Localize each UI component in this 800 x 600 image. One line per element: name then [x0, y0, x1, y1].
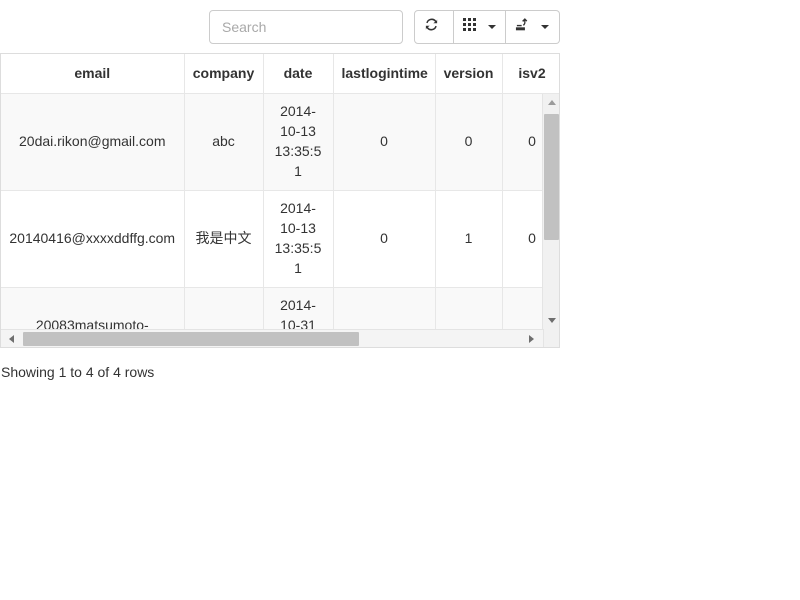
table-toolbar — [0, 0, 560, 53]
table-header-region: email company date lastlogintime version… — [1, 54, 559, 94]
column-header-date[interactable]: date — [263, 54, 334, 93]
cell-email: 20dai.rikon@gmail.com — [1, 94, 185, 191]
arrow-down-icon — [547, 318, 556, 323]
cell-date: 2014-10-31 13:02:47 — [263, 287, 334, 329]
cell-version: 1 — [435, 190, 503, 288]
cell-date: 2014-10-13 13:35:51 — [263, 190, 334, 288]
column-header-version[interactable]: version — [435, 54, 503, 93]
vertical-scrollbar[interactable] — [542, 94, 559, 329]
scroll-up-button[interactable] — [543, 94, 559, 111]
table-body-region: 20dai.rikon@gmail.com abc 2014-10-13 13:… — [1, 94, 559, 329]
cell-date: 2014-10-13 13:35:51 — [263, 94, 334, 191]
table-row[interactable]: 20140416@xxxxddffg.com 我是中文 2014-10-13 1… — [1, 190, 559, 288]
cell-lastlogintime: 1414726074 — [333, 287, 436, 329]
table-status-text: Showing 1 to 4 of 4 rows — [1, 364, 155, 380]
cell-version: 0 — [435, 287, 503, 329]
search-container — [209, 9, 403, 44]
search-input[interactable] — [209, 9, 403, 44]
page-root: email company date lastlogintime version… — [0, 0, 800, 600]
table-header-row: email company date lastlogintime version… — [1, 54, 559, 93]
cell-lastlogintime: 0 — [333, 94, 436, 191]
table-row[interactable]: 20dai.rikon@gmail.com abc 2014-10-13 13:… — [1, 94, 559, 191]
grid-columns-icon — [463, 17, 477, 36]
cell-lastlogintime: 0 — [333, 190, 436, 288]
scroll-left-button[interactable] — [3, 330, 20, 347]
vertical-scrollbar-thumb[interactable] — [544, 114, 559, 240]
scroll-down-button[interactable] — [543, 312, 559, 329]
arrow-left-icon — [9, 334, 14, 343]
refresh-button[interactable] — [414, 9, 454, 44]
scrollbar-corner — [543, 329, 559, 347]
table-header: email company date lastlogintime version… — [1, 54, 559, 93]
cell-company: abc — [184, 94, 264, 191]
chevron-down-icon — [488, 24, 496, 29]
column-header-email[interactable]: email — [1, 54, 185, 93]
chevron-down-icon — [541, 24, 549, 29]
export-button[interactable] — [506, 9, 560, 44]
column-header-lastlogintime[interactable]: lastlogintime — [333, 54, 436, 93]
arrow-right-icon — [529, 334, 534, 343]
column-header-isv2[interactable]: isv2 — [502, 54, 559, 93]
data-table-container: email company date lastlogintime version… — [0, 53, 560, 348]
export-icon — [515, 17, 530, 37]
columns-button[interactable] — [454, 9, 506, 44]
table-row[interactable]: 20083matsumoto-hs@polus.co.jp ABC 2014-1… — [1, 287, 559, 329]
horizontal-scrollbar-thumb[interactable] — [23, 332, 359, 346]
cell-email: 20083matsumoto-hs@polus.co.jp — [1, 287, 185, 329]
table-body: 20dai.rikon@gmail.com abc 2014-10-13 13:… — [1, 94, 559, 329]
toolbar-button-group — [414, 9, 560, 44]
cell-email: 20140416@xxxxddffg.com — [1, 190, 185, 288]
column-header-company[interactable]: company — [184, 54, 264, 93]
horizontal-scrollbar[interactable] — [1, 329, 559, 347]
cell-company: 我是中文 — [184, 190, 264, 288]
scroll-right-button[interactable] — [523, 330, 540, 347]
arrow-up-icon — [547, 100, 556, 105]
refresh-icon — [424, 17, 439, 37]
cell-version: 0 — [435, 94, 503, 191]
cell-company: ABC — [184, 287, 264, 329]
